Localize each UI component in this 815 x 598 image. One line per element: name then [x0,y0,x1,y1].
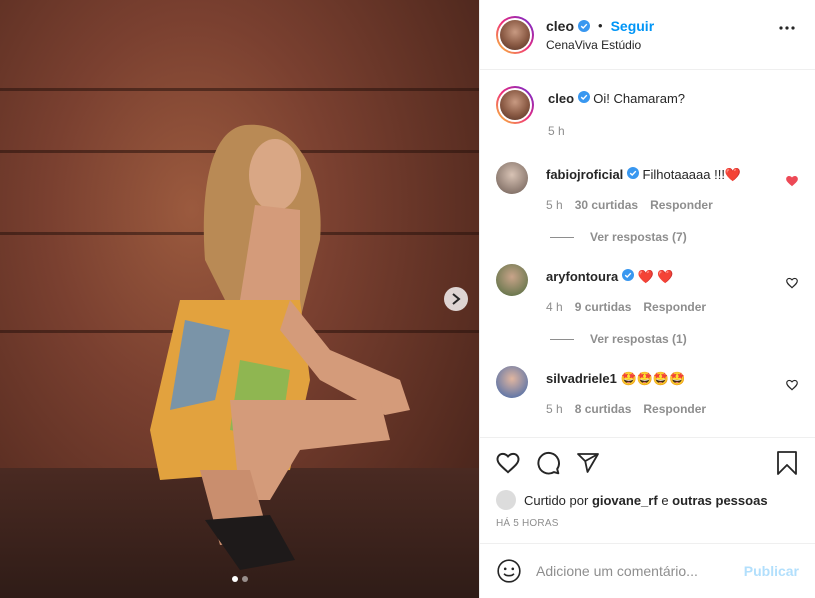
carousel-dot [231,576,238,582]
more-icon[interactable] [779,26,795,30]
comment-text: Filhotaaaaa !!!❤️ [642,167,742,182]
share-icon [577,453,599,473]
heart-icon[interactable] [785,276,799,290]
comment-username[interactable]: fabiojroficial [546,167,623,182]
comment: fabiojroficial Filhotaaaaa !!!❤️ 5 h 30 … [496,162,799,212]
verified-icon [577,91,590,103]
comment-icon [537,452,560,475]
likes-prefix: Curtido por [524,492,589,508]
comment-text: ❤️ ❤️ [637,269,674,284]
verified-icon [626,167,639,179]
caption-time[interactable]: 5 h [548,124,565,138]
caption-username[interactable]: cleo [548,91,574,106]
heart-icon[interactable] [785,378,799,392]
instagram-post: cleo • Seguir CenaViva Estúdio cleo Oi! … [0,0,815,598]
comment-time[interactable]: 4 h [546,300,563,314]
comment-likes[interactable]: 30 curtidas [575,198,638,212]
likes-others-link[interactable]: outras pessoas [672,493,767,508]
add-comment-bar: Publicar [480,544,815,598]
post-location[interactable]: CenaViva Estúdio [546,38,654,52]
comments-section: cleo Oi! Chamaram? 5 h fabiojroficial Fi… [480,70,815,438]
like-button[interactable] [494,449,522,477]
comment-username[interactable]: silvadriele1 [546,371,617,386]
likes-summary: Curtido por giovane_rf e outras pessoas [480,488,815,512]
comment-avatar[interactable] [496,264,528,296]
follow-button[interactable]: Seguir [611,18,655,34]
caption-avatar[interactable] [496,86,534,124]
heart-icon [496,452,520,474]
emoji-icon[interactable] [496,558,522,584]
post-side-panel: cleo • Seguir CenaViva Estúdio cleo Oi! … [479,0,815,598]
carousel-dot [241,576,248,582]
view-replies-button[interactable]: Ver respostas (7) [550,230,799,244]
comment-avatar[interactable] [496,366,528,398]
post-actions [480,438,815,488]
comment-time[interactable]: 5 h [546,198,563,212]
post-header: cleo • Seguir CenaViva Estúdio [480,0,815,70]
save-button[interactable] [773,449,801,477]
comment-button[interactable] [534,449,562,477]
comment: aryfontoura ❤️ ❤️ 4 h 9 curtidas Respond… [496,264,799,314]
liker-username[interactable]: giovane_rf [592,493,658,508]
comment-text: 🤩🤩🤩🤩 [620,371,686,386]
comment-input[interactable] [536,563,744,579]
caption-text: Oi! Chamaram? [593,91,686,106]
publish-button[interactable]: Publicar [744,563,799,579]
author-avatar[interactable] [496,15,534,54]
verified-icon [578,19,591,32]
comment-username[interactable]: aryfontoura [546,269,618,284]
view-replies-button[interactable]: Ver respostas (1) [550,332,799,346]
comment: silvadriele1 🤩🤩🤩🤩 5 h 8 curtidas Respond… [496,366,799,416]
chevron-right-icon [452,293,461,305]
comment-likes[interactable]: 8 curtidas [575,402,632,416]
reply-button[interactable]: Responder [643,300,706,314]
liker-avatar[interactable] [496,490,516,510]
comment-likes[interactable]: 9 curtidas [575,300,632,314]
caption: cleo Oi! Chamaram? 5 h [496,86,799,138]
post-photo[interactable] [0,0,479,598]
likes-connector: e [661,492,669,508]
photo-subject [150,124,410,570]
post-timestamp[interactable]: HÁ 5 HORAS [480,512,815,544]
verified-icon [621,269,634,281]
reply-button[interactable]: Responder [643,402,706,416]
separator-dot: • [598,18,603,33]
reply-button[interactable]: Responder [650,198,713,212]
comment-time[interactable]: 5 h [546,402,563,416]
comment-avatar[interactable] [496,162,528,194]
author-username[interactable]: cleo [546,18,574,34]
heart-icon[interactable] [785,174,799,188]
share-button[interactable] [574,449,602,477]
carousel-next-button[interactable] [444,287,468,311]
carousel-indicator [0,576,479,582]
bookmark-icon [777,451,797,475]
